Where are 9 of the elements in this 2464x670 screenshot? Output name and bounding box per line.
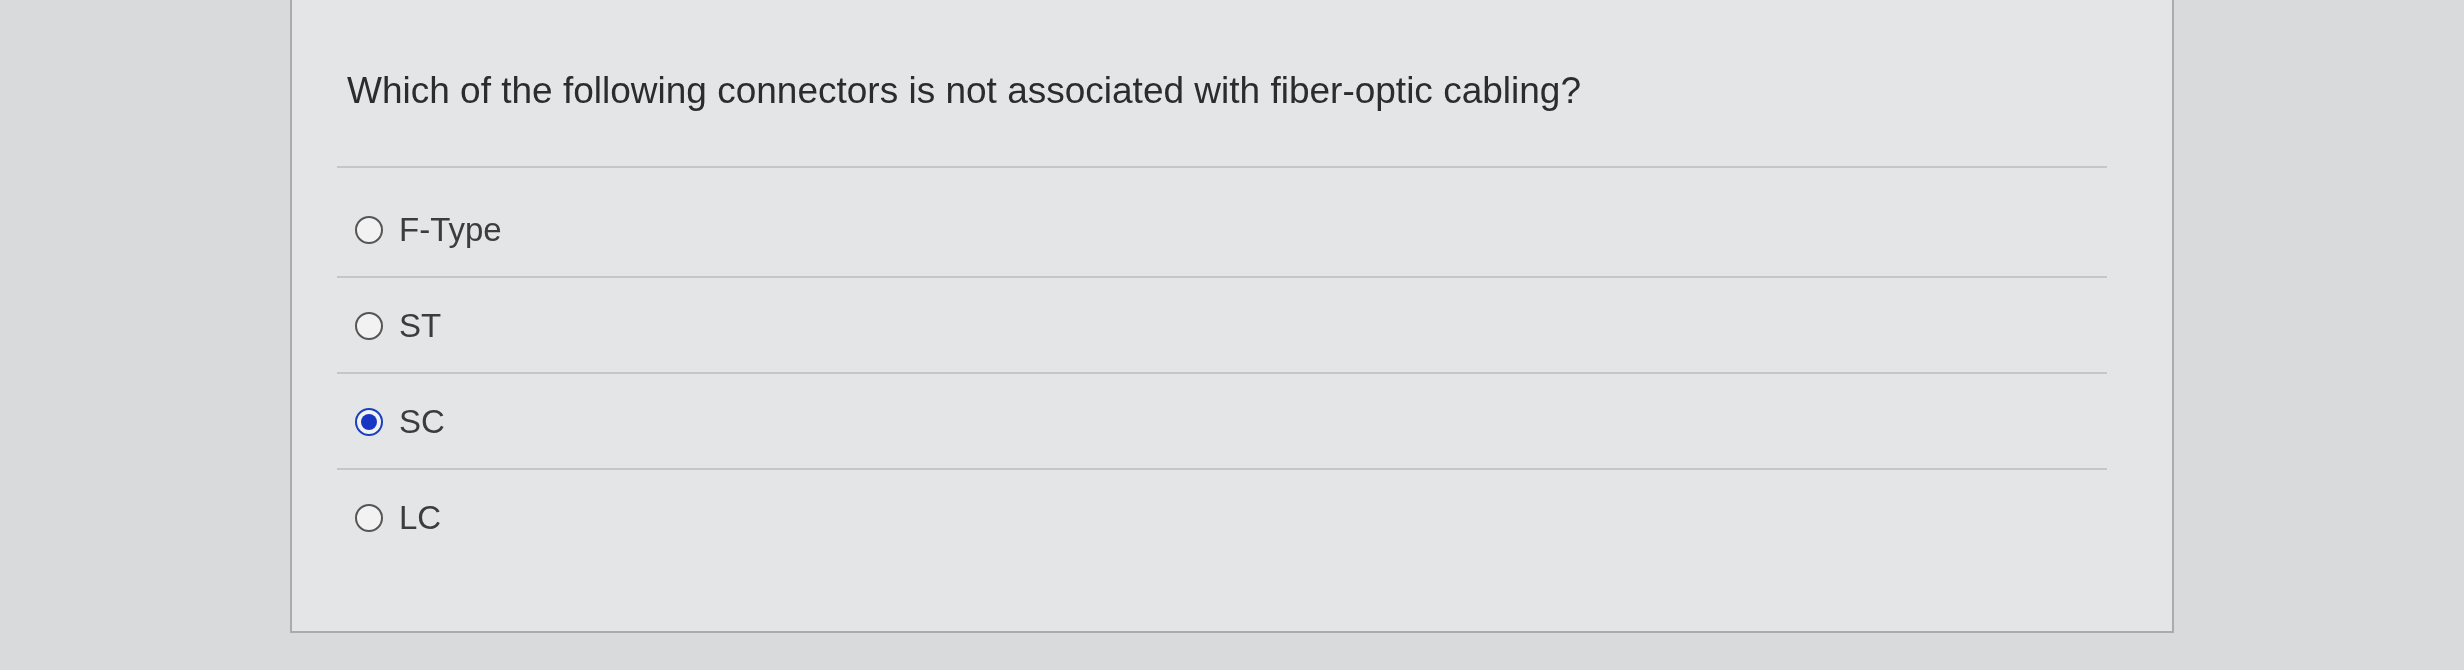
option-label[interactable]: F-Type [399,211,502,249]
radio-button[interactable] [355,408,383,436]
radio-button[interactable] [355,216,383,244]
radio-button[interactable] [355,312,383,340]
option-label[interactable]: ST [399,307,442,345]
radio-button[interactable] [355,504,383,532]
option-label[interactable]: LC [399,499,442,537]
option-label[interactable]: SC [399,403,445,441]
question-text: Which of the following connectors is not associated with fiber-optic cabling? [347,70,1582,112]
